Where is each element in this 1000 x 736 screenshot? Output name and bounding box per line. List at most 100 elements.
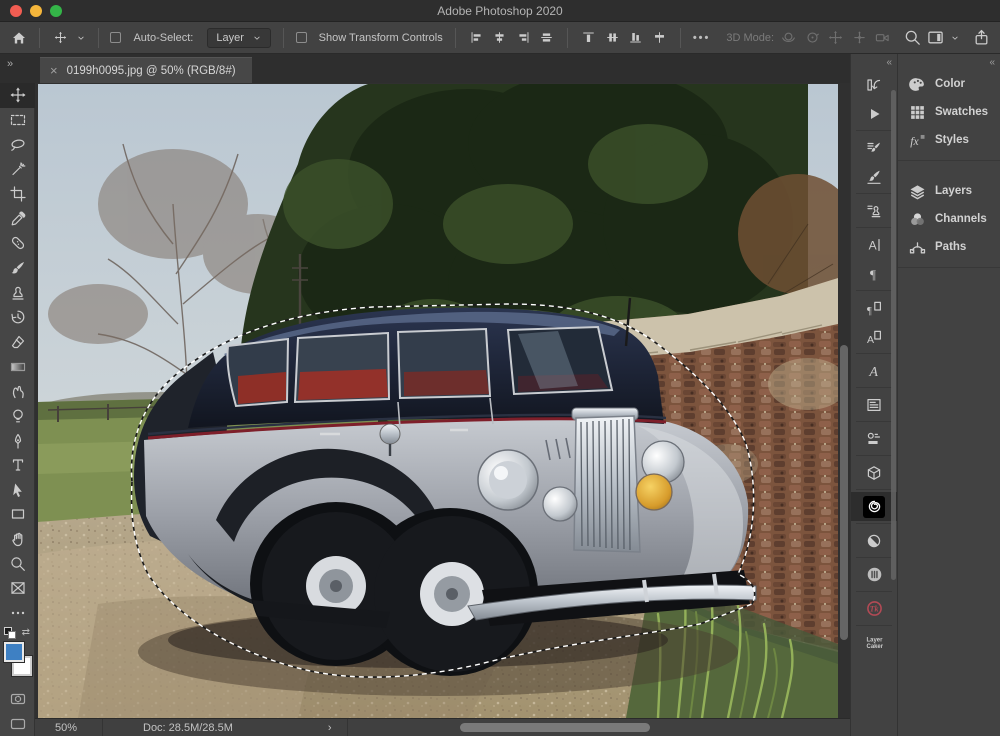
tool-brush[interactable] — [0, 256, 35, 281]
tool-hand[interactable] — [0, 527, 35, 552]
tool-crop[interactable] — [0, 182, 35, 207]
photoshop-window: Adobe Photoshop 2020 Auto-Select: Layer … — [0, 0, 1000, 736]
auto-select-target-dropdown[interactable]: Layer — [207, 28, 271, 48]
screen-mode-button[interactable] — [0, 711, 35, 736]
tool-object-selection[interactable] — [0, 157, 35, 182]
panel-tab-label: Styles — [935, 134, 969, 146]
status-expander-chevron[interactable]: › — [328, 722, 332, 734]
panel-icon-plugin-layer-caker[interactable]: LayerCaker — [851, 628, 897, 657]
search-button[interactable] — [904, 26, 921, 50]
swap-colors-icon[interactable]: ⇄ — [22, 627, 30, 638]
photo-artwork — [38, 84, 838, 718]
share-button[interactable] — [972, 26, 989, 50]
svg-text:Layer: Layer — [866, 637, 882, 643]
tool-rectangle-shape[interactable] — [0, 502, 35, 527]
panel-tab-styles[interactable]: fx Styles — [898, 126, 1000, 154]
options-bar: Auto-Select: Layer Show Transform Contro… — [0, 22, 1000, 54]
plugin-pillars-icon — [866, 566, 883, 583]
close-window-button[interactable] — [10, 5, 22, 17]
collapse-panels-chevrons[interactable]: « — [886, 57, 891, 68]
tool-frame[interactable] — [0, 576, 35, 601]
svg-text:¶: ¶ — [870, 266, 876, 281]
panel-group-divider — [856, 387, 892, 388]
tool-type[interactable] — [0, 453, 35, 478]
3d-roll-button[interactable] — [804, 26, 821, 50]
panel-group-divider — [856, 130, 892, 131]
tool-preset-move-button[interactable] — [52, 26, 69, 50]
3d-camera-button[interactable] — [874, 26, 891, 50]
tool-pen[interactable] — [0, 428, 35, 453]
tools-panel: ⇄ — [0, 83, 35, 736]
distribute-hcenter-icon — [606, 31, 619, 44]
tool-eraser[interactable] — [0, 330, 35, 355]
tool-edit-toolbar[interactable] — [0, 601, 35, 626]
canvas-vertical-scrollbar[interactable] — [840, 345, 848, 640]
distribute-vcenter-button[interactable] — [651, 26, 668, 50]
status-bar: 50% Doc: 28.5M/28.5M › — [35, 718, 850, 736]
svg-text:A: A — [867, 333, 874, 344]
chevron-down-icon[interactable] — [950, 33, 960, 43]
chevron-down-icon[interactable] — [76, 33, 86, 43]
tool-spot-healing[interactable] — [0, 231, 35, 256]
zoom-window-button[interactable] — [50, 5, 62, 17]
more-align-options-button[interactable]: ••• — [693, 32, 711, 44]
panel-tab-paths[interactable]: Paths — [898, 233, 1000, 261]
divider — [567, 28, 568, 48]
auto-select-checkbox[interactable] — [110, 32, 121, 43]
canvas-area[interactable]: 50% Doc: 28.5M/28.5M › — [35, 83, 850, 736]
distribute-top-icon — [582, 31, 595, 44]
home-button[interactable] — [10, 26, 27, 50]
doc-size-status[interactable]: Doc: 28.5M/28.5M › — [103, 719, 348, 736]
title-bar[interactable]: Adobe Photoshop 2020 — [0, 0, 1000, 22]
toolbar-expand-chevrons[interactable]: » — [7, 58, 12, 70]
panel-tab-label: Layers — [935, 185, 972, 197]
panel-tab-swatches[interactable]: Swatches — [898, 98, 1000, 126]
panel-column-scrollbar[interactable] — [891, 90, 896, 580]
panel-tab-layers[interactable]: Layers — [898, 177, 1000, 205]
tool-path-selection[interactable] — [0, 478, 35, 503]
tool-move[interactable] — [0, 83, 35, 108]
tool-gradient[interactable] — [0, 354, 35, 379]
zoom-level-field[interactable]: 50% — [35, 719, 103, 736]
tool-lasso[interactable] — [0, 132, 35, 157]
collapse-panels-chevrons[interactable]: « — [989, 57, 994, 68]
tool-eyedropper[interactable] — [0, 206, 35, 231]
3d-slide-icon — [852, 30, 867, 45]
3d-pan-button[interactable] — [827, 26, 844, 50]
panel-group-divider — [856, 489, 892, 490]
home-icon — [11, 30, 27, 46]
panel-tab-color[interactable]: Color — [898, 70, 1000, 98]
align-horizontal-centers-button[interactable] — [491, 26, 508, 50]
tool-smudge[interactable] — [0, 379, 35, 404]
tab-close-icon[interactable]: × — [50, 63, 58, 78]
3d-slide-button[interactable] — [851, 26, 868, 50]
3d-orbit-button[interactable] — [780, 26, 797, 50]
workspace-icon — [927, 29, 944, 46]
canvas-photo[interactable] — [38, 84, 838, 718]
divider — [455, 28, 456, 48]
tool-zoom[interactable] — [0, 551, 35, 576]
document-tab[interactable]: × 0199h0095.jpg @ 50% (RGB/8#) — [40, 57, 252, 83]
quick-mask-mode-button[interactable] — [0, 687, 35, 712]
distribute-top-button[interactable] — [580, 26, 597, 50]
default-colors-control[interactable]: ⇄ — [4, 627, 30, 640]
channels-panel-icon — [909, 211, 926, 228]
canvas-horizontal-scrollbar[interactable] — [460, 723, 650, 732]
collapsed-panels-column: « A¶¶AATkLayerCaker — [850, 54, 897, 736]
tool-history-brush[interactable] — [0, 305, 35, 330]
align-right-edges-button[interactable] — [514, 26, 531, 50]
tool-rectangular-marquee[interactable] — [0, 108, 35, 133]
align-left-edges-button[interactable] — [467, 26, 484, 50]
panel-icon-plugin-tk[interactable]: Tk — [851, 594, 897, 623]
panel-tab-channels[interactable]: Channels — [898, 205, 1000, 233]
show-transform-checkbox[interactable] — [296, 32, 307, 43]
workspace-switcher-button[interactable] — [927, 26, 944, 50]
tool-dodge[interactable] — [0, 404, 35, 429]
foreground-color-swatch[interactable] — [4, 642, 24, 662]
tool-clone-stamp[interactable] — [0, 280, 35, 305]
doc-size-text: Doc: 28.5M/28.5M — [143, 722, 233, 734]
minimize-window-button[interactable] — [30, 5, 42, 17]
align-vertical-centers-button[interactable] — [538, 26, 555, 50]
distribute-hcenter-button[interactable] — [604, 26, 621, 50]
distribute-bottom-button[interactable] — [627, 26, 644, 50]
